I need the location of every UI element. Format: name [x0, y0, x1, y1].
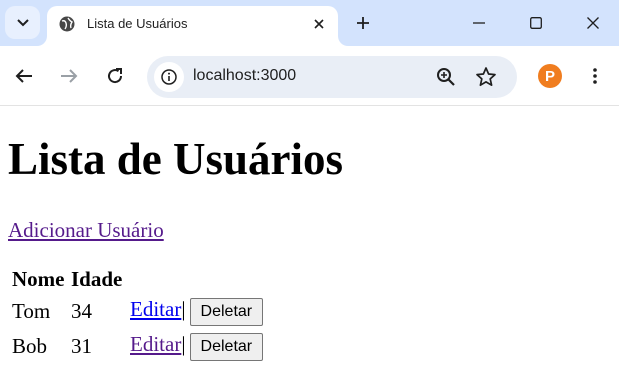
tab-title: Lista de Usuários — [87, 16, 188, 31]
plus-icon — [357, 17, 369, 29]
extension-icon-letter: P — [544, 67, 555, 85]
header-actions — [130, 266, 265, 292]
cell-age: 34 — [71, 299, 92, 323]
header-age: Idade — [71, 266, 123, 291]
minimize-icon — [473, 22, 485, 24]
close-icon — [587, 17, 599, 29]
back-button[interactable] — [13, 65, 35, 87]
minimize-button[interactable] — [468, 12, 490, 34]
separator: | — [181, 332, 186, 357]
reload-button[interactable] — [104, 65, 126, 87]
reload-icon — [108, 68, 123, 84]
zoom-icon[interactable] — [435, 66, 457, 88]
delete-button[interactable]: Deletar — [189, 332, 264, 361]
arrow-left-icon — [15, 69, 32, 83]
tab-search-button[interactable] — [5, 6, 40, 39]
new-tab-button[interactable] — [352, 12, 374, 34]
table-header-row: Nome Idade — [12, 266, 265, 292]
browser-toolbar: localhost:3000 P — [0, 46, 619, 106]
cell-age: 31 — [71, 334, 92, 358]
edit-link[interactable]: Editar — [130, 297, 181, 321]
table-row: Bob 31 Editar| Deletar — [12, 331, 265, 362]
globe-icon — [59, 16, 75, 32]
chevron-down-icon — [16, 18, 29, 26]
url-text[interactable]: localhost:3000 — [193, 67, 296, 85]
header-name: Nome — [12, 266, 65, 291]
maximize-icon — [530, 17, 542, 29]
window-close-button[interactable] — [582, 12, 604, 34]
users-table: Nome Idade Tom 34 Editar| Deletar Bob 31 … — [8, 262, 269, 366]
tab-active[interactable]: Lista de Usuários — [47, 6, 338, 46]
cell-name: Tom — [12, 299, 51, 323]
separator: | — [181, 297, 186, 322]
address-bar[interactable]: localhost:3000 — [147, 56, 517, 98]
star-icon[interactable] — [475, 66, 497, 88]
delete-button[interactable]: Deletar — [189, 297, 264, 326]
cell-actions: Editar| Deletar — [130, 296, 265, 327]
site-info-icon[interactable] — [154, 62, 184, 92]
maximize-button[interactable] — [525, 12, 547, 34]
cell-name: Bob — [12, 334, 48, 358]
forward-button[interactable] — [58, 65, 80, 87]
tab-strip: Lista de Usuários — [0, 0, 619, 46]
kebab-menu-icon[interactable] — [584, 65, 606, 87]
arrow-right-icon — [61, 69, 78, 83]
edit-link[interactable]: Editar — [130, 332, 181, 356]
page-title: Lista de Usuários — [8, 134, 344, 184]
extension-icon[interactable]: P — [538, 64, 562, 88]
cell-actions: Editar| Deletar — [130, 331, 265, 362]
table-row: Tom 34 Editar| Deletar — [12, 296, 265, 327]
close-icon[interactable] — [310, 15, 328, 33]
add-user-link[interactable]: Adicionar Usuário — [8, 218, 164, 243]
